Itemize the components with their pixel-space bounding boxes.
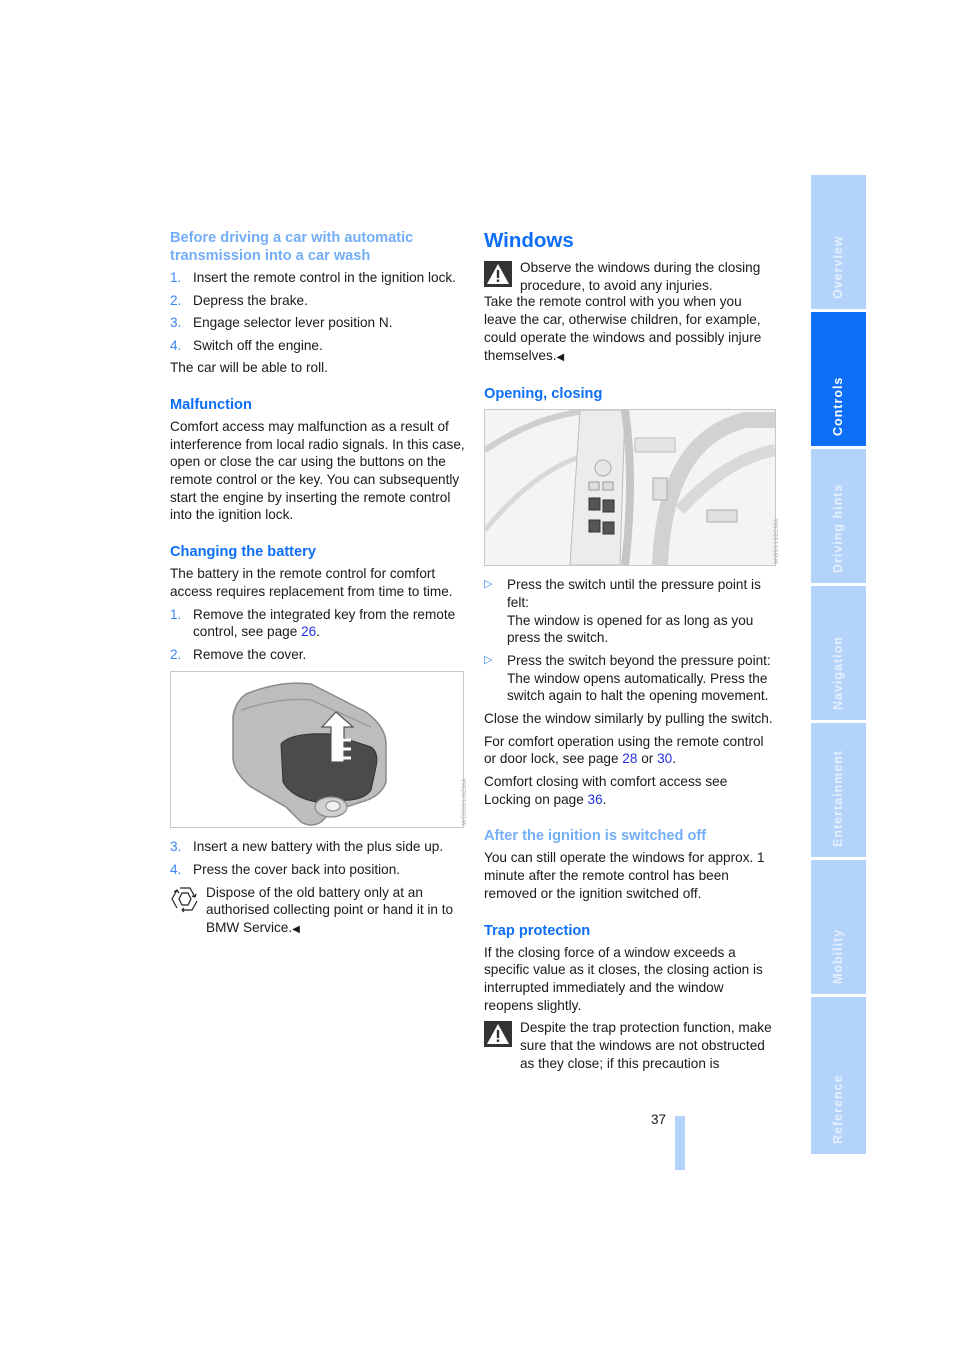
switch-bullets: ▷ Press the switch until the pressure poi… [484,576,776,705]
page-number-bar [675,1116,685,1170]
warning-icon [484,261,512,287]
page-link-28[interactable]: 28 [622,751,637,766]
left-column: Before driving a car with automatic tran… [170,229,468,939]
close-window-text: Close the window similarly by pulling th… [484,710,773,726]
battery-steps-b: 3. Insert a new battery with the plus sid… [170,838,465,878]
roll-note: The car will be able to roll. [170,360,328,376]
malfunction-text: Comfort access may malfunction as a resu… [170,418,465,523]
section-heading-opening-closing: Opening, closing [484,386,603,403]
list-item: 3. Insert a new battery with the plus sid… [170,839,444,855]
list-item: 4. Switch off the engine. [170,337,323,353]
page-link-26[interactable]: 26 [301,624,316,639]
end-mark-icon: ◀ [556,351,565,363]
right-column: Windows Observe the windows during the c… [483,229,780,1072]
tab-entertainment[interactable]: Entertainment [811,723,866,857]
warning-note-closing: Observe the windows during the closing p… [484,259,776,294]
tab-overview[interactable]: Overview [811,175,866,309]
tab-reference[interactable]: Reference [811,997,866,1154]
battery-intro: The battery in the remote control for co… [170,566,453,599]
list-item: ▷ Press the switch until the pressure poi… [484,577,761,646]
remote-control-battery-figure: WC0001I0CMA [170,671,468,829]
window-switch-illustration [483,407,777,566]
list-item: 1. Remove the integrated key from the rem… [170,606,456,640]
list-item: 3. Engage selector lever position N. [170,315,393,330]
page-link-36[interactable]: 36 [588,792,603,807]
car-wash-steps: 1. Insert the remote control in the ignit… [170,269,465,354]
page-link-30[interactable]: 30 [657,751,672,766]
bullet-triangle-icon: ▷ [484,653,493,666]
section-heading-car-wash: Before driving a car with automatic tran… [170,230,414,264]
list-item: 1. Insert the remote control in the ignit… [170,270,456,285]
tab-driving-hints[interactable]: Driving hints [811,449,866,583]
section-heading-after-ignition: After the ignition is switched off [484,828,707,845]
figure-code: WC0001I0CMA [462,778,469,826]
end-mark-icon: ◀ [292,924,300,936]
warning-continuation: Take the remote control with you when yo… [484,294,762,363]
battery-steps-a: 1. Remove the integrated key from the rem… [170,606,465,664]
list-item: 4. Press the cover back into position. [170,861,401,877]
list-item: 2. Depress the brake. [170,292,308,308]
figure-code: MW00180CMA [774,517,781,564]
list-item: ▷ Press the switch beyond the pressure po… [484,652,771,704]
recycle-icon [170,884,200,919]
section-heading-trap-protection: Trap protection [484,922,591,939]
window-switch-figure: MW00180CMA [483,407,780,567]
list-item: 2. Remove the cover. [170,646,307,662]
warning-icon [484,1021,512,1048]
trap-protection-text: If the closing force of a window exceeds… [484,944,763,1013]
section-heading-battery: Changing the battery [170,544,316,561]
warning-note-trap: Despite the trap protection function, ma… [484,1019,776,1072]
tab-controls[interactable]: Controls [811,312,866,446]
recycle-note: Dispose of the old battery only at an au… [170,884,465,939]
tab-mobility[interactable]: Mobility [811,860,866,994]
tab-navigation[interactable]: Navigation [811,586,866,720]
page-number: 37 [651,1112,667,1127]
page-title: Windows [484,229,574,252]
after-ignition-text: You can still operate the windows for ap… [484,850,765,901]
remote-key-illustration [171,672,463,828]
bullet-triangle-icon: ▷ [484,578,493,591]
section-heading-malfunction: Malfunction [170,396,252,413]
chapter-tabs: Overview Controls Driving hints Navigati… [811,175,866,1157]
